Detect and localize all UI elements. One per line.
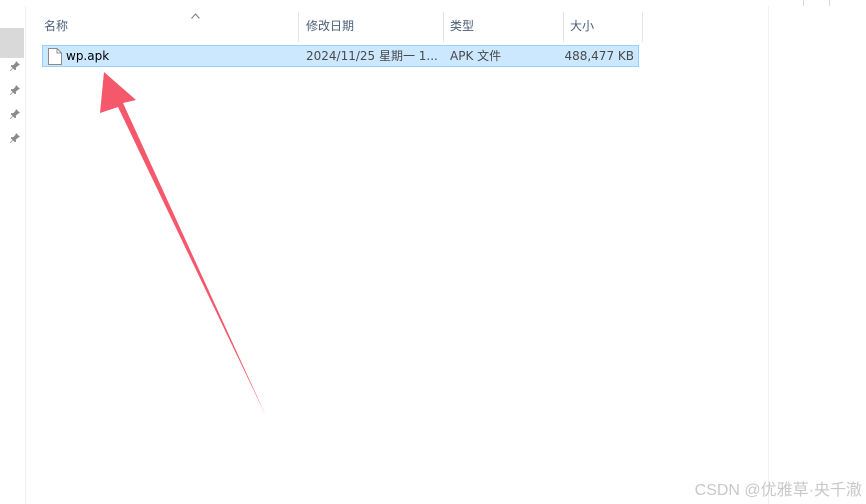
file-icon [48, 48, 62, 65]
column-header-size[interactable]: 大小 [566, 6, 643, 42]
annotation-arrow-shape [100, 72, 266, 416]
nav-pane-divider[interactable] [25, 6, 26, 504]
column-header-date[interactable]: 修改日期 [302, 6, 443, 42]
pin-icon[interactable] [8, 83, 22, 97]
file-modified-date: 2024/11/25 星期一 1... [306, 49, 438, 63]
column-separator[interactable] [443, 12, 444, 42]
column-header-type[interactable]: 类型 [446, 6, 563, 42]
pane-divider [768, 6, 769, 504]
file-type: APK 文件 [450, 49, 502, 63]
top-divider [803, 0, 804, 6]
nav-selected-item[interactable] [0, 28, 24, 58]
file-row[interactable]: wp.apk 2024/11/25 星期一 1... APK 文件 488,47… [42, 45, 639, 67]
pin-icon[interactable] [8, 131, 22, 145]
watermark: CSDN @优雅草·央千澈 [694, 482, 862, 499]
column-header-name[interactable]: 名称 [40, 6, 298, 42]
column-separator[interactable] [642, 12, 643, 42]
navigation-pane[interactable] [0, 6, 26, 504]
file-name[interactable]: wp.apk [66, 46, 109, 66]
file-explorer-window: 名称 修改日期 类型 大小 wp.apk 2024/11/25 星期一 1...… [0, 0, 866, 504]
column-separator[interactable] [298, 12, 299, 42]
pin-icon[interactable] [8, 107, 22, 121]
top-divider [829, 0, 830, 6]
pin-icon[interactable] [8, 59, 22, 73]
column-separator[interactable] [563, 12, 564, 42]
annotation-arrow [100, 72, 266, 416]
file-size: 488,477 KB [564, 49, 634, 63]
column-header: 名称 修改日期 类型 大小 [26, 6, 768, 42]
